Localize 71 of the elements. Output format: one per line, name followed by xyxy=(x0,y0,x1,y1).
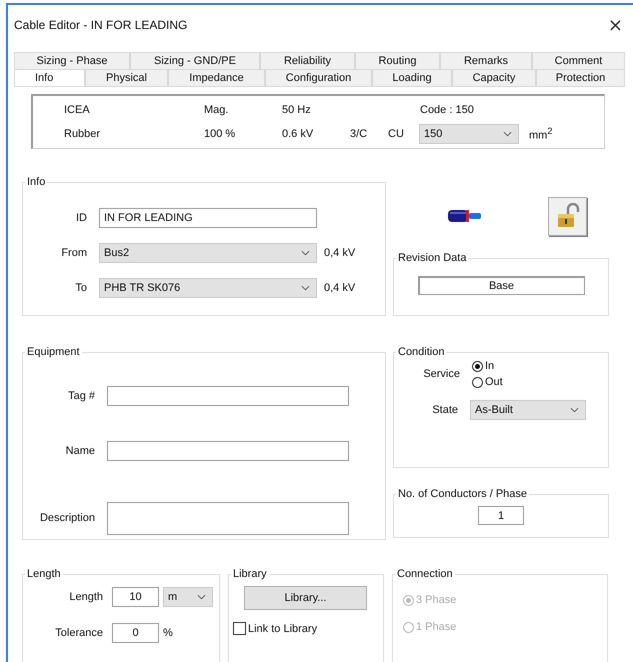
percent-text: 100 % xyxy=(204,128,236,140)
library-button[interactable]: Library... xyxy=(244,586,367,610)
group-title: Revision Data xyxy=(397,252,468,264)
cores-text: 3/C xyxy=(350,128,368,140)
field-label: To xyxy=(74,282,87,294)
dropdown[interactable]: PHB TR SK076 xyxy=(99,278,317,298)
tab[interactable]: Configuration xyxy=(265,69,372,86)
tab[interactable]: Sizing - GND/PE xyxy=(130,52,260,69)
code-text: Code : 150 xyxy=(420,104,474,116)
tab[interactable]: Loading xyxy=(372,69,452,86)
tab[interactable]: Info xyxy=(14,69,85,86)
percent-text: % xyxy=(163,627,173,639)
voltage-text: 0,4 kV xyxy=(324,246,356,258)
chevron-icon xyxy=(570,407,579,413)
tab[interactable]: Protection xyxy=(536,69,625,86)
tab[interactable]: Comment xyxy=(532,52,625,69)
cable-icon xyxy=(447,208,483,224)
dropdown[interactable]: As-Built xyxy=(470,400,586,420)
field-label: ID xyxy=(75,212,87,224)
group-title: Library xyxy=(232,568,268,580)
revision-field: Base xyxy=(418,276,584,295)
radio-option[interactable]: Out xyxy=(472,376,503,388)
unit-dropdown[interactable]: m xyxy=(163,587,213,607)
conductor-text: CU xyxy=(388,128,405,140)
tab[interactable]: Physical xyxy=(85,69,168,86)
standard-text: ICEA xyxy=(64,104,91,116)
frequency-text: 50 Hz xyxy=(282,104,312,116)
field-label: Tolerance xyxy=(54,627,103,639)
group-title: No. of Conductors / Phase xyxy=(397,488,528,500)
tab[interactable]: Capacity xyxy=(452,69,536,86)
group-title: Info xyxy=(26,176,46,188)
tab[interactable]: Routing xyxy=(355,52,440,69)
field-label: Tag # xyxy=(67,390,95,402)
field-label: State xyxy=(431,404,458,416)
lock-button[interactable] xyxy=(548,196,587,236)
field-label: Name xyxy=(64,444,95,456)
tab[interactable]: Sizing - Phase xyxy=(14,52,130,69)
group-title: Condition xyxy=(397,346,446,358)
text-area[interactable] xyxy=(107,502,349,534)
input-field[interactable]: IN FOR LEADING xyxy=(99,208,317,228)
dropdown[interactable]: Bus2 xyxy=(99,242,317,262)
close-button[interactable]: × xyxy=(604,14,627,36)
link-checkbox[interactable]: Link to Library xyxy=(233,622,383,635)
field-label: Service xyxy=(422,368,460,380)
voltage-text: 0,4 kV xyxy=(324,282,356,294)
radio-option[interactable]: In xyxy=(472,360,503,372)
size-dropdown[interactable]: 150 xyxy=(419,124,519,144)
mag-text: Mag. xyxy=(204,104,230,116)
field-label: From xyxy=(60,246,87,258)
tab[interactable]: Remarks xyxy=(440,52,532,69)
tab[interactable]: Impedance xyxy=(168,69,265,86)
insulation-text: Rubber xyxy=(64,128,102,140)
input-field[interactable] xyxy=(107,386,349,406)
chevron-icon xyxy=(301,284,310,290)
chevron-icon xyxy=(197,594,206,600)
window-title: Cable Editor - IN FOR LEADING xyxy=(14,18,188,32)
tab[interactable]: Reliability xyxy=(260,52,355,69)
group-title: Equipment xyxy=(26,346,81,358)
group-title: Length xyxy=(26,568,62,580)
voltage-text: 0.6 kV xyxy=(282,128,314,140)
field-label: Length xyxy=(68,591,103,603)
input-field[interactable] xyxy=(107,440,349,460)
input-field[interactable]: 0 xyxy=(112,623,159,643)
chevron-icon xyxy=(301,250,310,256)
group-title: Connection xyxy=(396,568,454,580)
chevron-icon xyxy=(503,131,512,137)
padlock-icon xyxy=(556,203,580,229)
field-label: Description xyxy=(38,512,95,524)
unit-text: mm$^{2}$ xyxy=(529,126,552,142)
input-field[interactable]: 1 xyxy=(478,506,524,525)
input-field[interactable]: 10 xyxy=(112,587,159,607)
